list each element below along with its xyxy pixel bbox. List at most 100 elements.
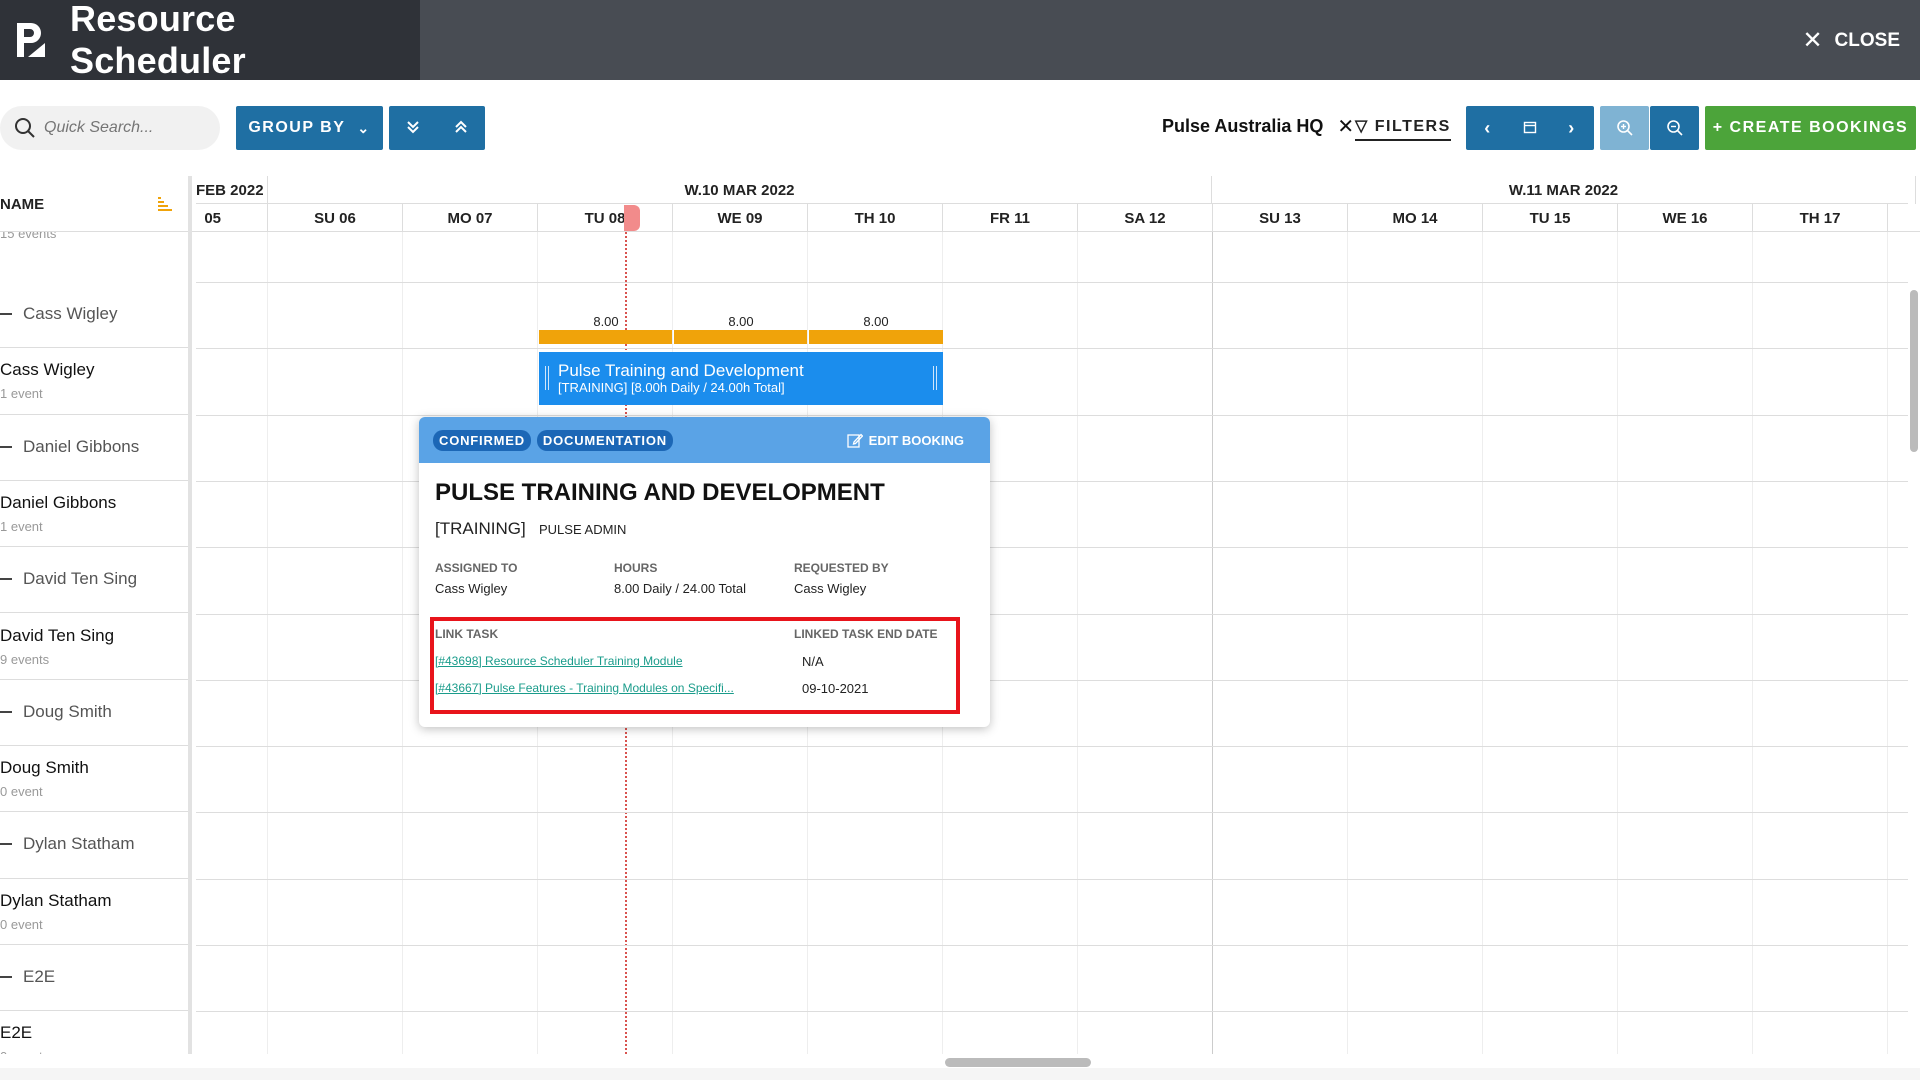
month-row: FEB 2022 W.10 MAR 2022 W.11 MAR 2022	[196, 176, 1916, 204]
resource-group-row[interactable]: Daniel Gibbons	[0, 415, 188, 481]
day-label: TH 10	[808, 204, 943, 232]
booking-type: [TRAINING]	[435, 519, 526, 538]
resource-name: David Ten Sing	[0, 625, 115, 645]
resource-row[interactable]: Cass Wigley 1 event	[0, 348, 188, 415]
group-name: Daniel Gibbons	[0, 437, 139, 457]
expand-collapse-group	[389, 106, 485, 150]
collapse-dash-icon[interactable]	[0, 578, 12, 581]
resource-row[interactable]: Daniel Gibbons 1 event	[0, 481, 188, 548]
day-label: WE 09	[673, 204, 808, 232]
assigned-to-value: Cass Wigley	[435, 581, 508, 596]
close-label: CLOSE	[1834, 29, 1900, 51]
resource-name: E2E	[0, 1023, 33, 1043]
resource-name: Daniel Gibbons	[0, 492, 117, 512]
filters-button[interactable]: ▽ FILTERS	[1355, 116, 1451, 141]
collapse-dash-icon[interactable]	[0, 710, 12, 713]
quick-search[interactable]	[0, 106, 220, 150]
day-label: MO 07	[403, 204, 538, 232]
event-count: 0 event	[0, 1049, 43, 1054]
month-label: W.11 MAR 2022	[1212, 176, 1916, 204]
collapse-dash-icon[interactable]	[0, 445, 12, 448]
brand: Resource Scheduler	[0, 0, 420, 81]
popup-header: CONFIRMED DOCUMENTATION EDIT BOOKING	[419, 417, 990, 463]
row-divider	[196, 812, 1908, 814]
event-count: 1 event	[0, 518, 43, 534]
group-by-label: GROUP BY	[248, 119, 346, 136]
expand-all-icon[interactable]	[389, 118, 437, 139]
collapse-dash-icon[interactable]	[0, 843, 12, 846]
resize-handle-left[interactable]	[545, 366, 549, 390]
group-name-text: Doug Smith	[23, 701, 112, 721]
day-divider	[1347, 232, 1348, 1054]
category-badge: DOCUMENTATION	[536, 429, 673, 451]
resource-name: Doug Smith	[0, 758, 89, 778]
group-name-text: Daniel Gibbons	[23, 436, 140, 456]
booking-title: Pulse Training and Development	[558, 361, 804, 380]
filter-icon: ▽	[1355, 118, 1369, 135]
assigned-to-label: ASSIGNED TO	[435, 561, 518, 575]
search-icon	[15, 118, 35, 138]
resize-handle-right[interactable]	[933, 366, 937, 390]
next-icon[interactable]: ›	[1551, 118, 1593, 139]
close-icon: ✕	[1802, 27, 1823, 54]
daily-hours-bar	[539, 330, 672, 344]
day-label: SU 13	[1213, 204, 1348, 232]
resource-group-row[interactable]: E2E	[0, 945, 188, 1012]
app-title: Resource Scheduler	[70, 0, 246, 81]
resource-group-row[interactable]: David Ten Sing	[0, 547, 188, 614]
resource-name: Cass Wigley	[0, 360, 95, 380]
day-divider	[267, 232, 268, 1054]
booking-bar[interactable]: Pulse Training and Development [TRAINING…	[539, 352, 943, 405]
search-input[interactable]	[44, 119, 204, 137]
booking-subtitle: [TRAINING] [8.00h Daily / 24.00h Total]	[558, 380, 785, 395]
collapse-all-icon[interactable]	[437, 118, 485, 139]
day-label: SU 06	[268, 204, 403, 232]
day-label: 05	[196, 204, 268, 232]
resource-row[interactable]: Dylan Statham 0 event	[0, 879, 188, 945]
edit-icon	[847, 433, 863, 448]
remove-filter-icon[interactable]: ✕	[1337, 114, 1354, 139]
collapse-dash-icon[interactable]	[0, 976, 12, 978]
resource-row[interactable]: E2E 0 event	[0, 1011, 188, 1054]
date-navigation: ‹ ›	[1466, 106, 1594, 150]
edit-booking-button[interactable]: EDIT BOOKING	[847, 432, 964, 448]
resource-group-row[interactable]: Doug Smith	[0, 680, 188, 747]
row-divider	[196, 348, 1908, 350]
resource-group-row[interactable]: Cass Wigley	[0, 282, 188, 349]
day-divider	[1887, 232, 1888, 1054]
daily-hours-label: 8.00	[593, 314, 619, 329]
location-filter-tag: Pulse Australia HQ ✕	[1162, 114, 1354, 139]
create-bookings-button[interactable]: + CREATE BOOKINGS	[1705, 106, 1916, 150]
day-label: WE 16	[1618, 204, 1753, 232]
calendar-icon[interactable]	[1509, 118, 1551, 139]
vertical-scrollbar[interactable]	[1910, 290, 1918, 452]
previous-icon[interactable]: ‹	[1467, 118, 1509, 139]
resource-row[interactable]: David Ten Sing 9 events	[0, 614, 188, 680]
resource-group-row[interactable]: Dylan Statham	[0, 812, 188, 879]
requested-by-value: Cass Wigley	[794, 581, 867, 596]
name-column-header[interactable]: NAME	[0, 176, 192, 232]
zoom-in-button[interactable]	[1600, 106, 1649, 150]
booking-owner: PULSE ADMIN	[539, 522, 627, 537]
group-name: David Ten Sing	[0, 569, 137, 589]
month-label: W.10 MAR 2022	[268, 176, 1212, 204]
resource-row[interactable]: Doug Smith 0 event	[0, 746, 188, 813]
row-divider	[196, 878, 1908, 880]
sort-icon[interactable]	[158, 196, 172, 212]
collapse-dash-icon[interactable]	[0, 313, 12, 315]
day-divider	[1212, 232, 1213, 1054]
event-count: 0 event	[0, 916, 43, 932]
zoom-out-icon	[1666, 120, 1683, 136]
row-divider	[196, 282, 1908, 283]
group-by-button[interactable]: GROUP BY ⌄	[236, 106, 383, 150]
day-divider	[402, 232, 403, 1054]
group-name: Cass Wigley	[0, 304, 117, 324]
day-divider	[1482, 232, 1483, 1054]
day-divider	[1617, 232, 1618, 1054]
day-row: 05 SU 06 MO 07 TU 08 WE 09 TH 10 FR 11 SA 12 SU …	[196, 204, 1908, 232]
zoom-out-button[interactable]	[1650, 106, 1699, 150]
horizontal-scrollbar[interactable]	[945, 1058, 1091, 1067]
close-button[interactable]: ✕ CLOSE	[1802, 26, 1900, 55]
day-label: SA 12	[1078, 204, 1213, 232]
event-count: 9 events	[0, 651, 50, 667]
